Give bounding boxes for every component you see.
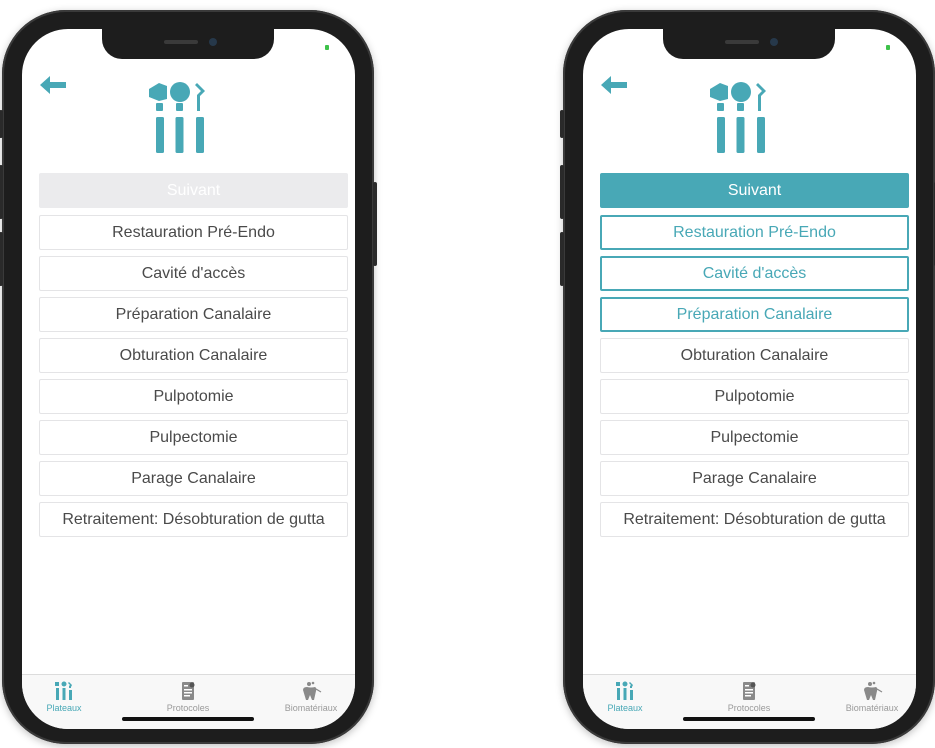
arrow-left-icon[interactable]: [38, 73, 68, 97]
volume-down-button: [560, 232, 564, 286]
arrow-left-icon[interactable]: [599, 73, 629, 97]
next-button[interactable]: Suivant: [39, 173, 348, 208]
tab-label-protocoles: Protocoles: [166, 703, 210, 713]
tooth-material-icon: [864, 681, 883, 700]
tab-label-biomateriaux: Biomatériaux: [284, 703, 338, 713]
tab-plateaux[interactable]: Plateaux: [22, 681, 109, 713]
home-indicator: [683, 717, 815, 721]
procedure-item-retraitement[interactable]: Retraitement: Désobturation de gutta: [600, 502, 909, 537]
tab-label-plateaux: Plateaux: [46, 703, 82, 713]
tab-label-biomateriaux: Biomatériaux: [845, 703, 899, 713]
procedure-item-obturation-canalaire[interactable]: Obturation Canalaire: [600, 338, 909, 373]
tab-biomateriaux[interactable]: Biomatériaux: [827, 681, 916, 713]
volume-up-button: [560, 165, 564, 219]
procedure-item-parage-canalaire[interactable]: Parage Canalaire: [600, 461, 909, 496]
mute-switch: [560, 110, 564, 138]
procedure-item-pulpotomie[interactable]: Pulpotomie: [600, 379, 909, 414]
dental-tools-icon: [55, 681, 72, 700]
procedure-list: Suivant Restauration Pré-Endo Cavité d'a…: [39, 173, 349, 543]
procedure-item-pulpectomie[interactable]: Pulpectomie: [39, 420, 348, 455]
phone-frame-left: Suivant Restauration Pré-Endo Cavité d'a…: [0, 10, 377, 744]
procedure-item-pulpotomie[interactable]: Pulpotomie: [39, 379, 348, 414]
procedure-list: Suivant Restauration Pré-Endo Cavité d'a…: [600, 173, 910, 543]
protocol-document-icon: [743, 682, 756, 700]
app-screen-left: Suivant Restauration Pré-Endo Cavité d'a…: [22, 29, 355, 729]
tab-plateaux[interactable]: Plateaux: [583, 681, 670, 713]
procedure-item-restauration-pre-endo[interactable]: Restauration Pré-Endo: [39, 215, 348, 250]
power-button: [373, 182, 377, 266]
tab-label-plateaux: Plateaux: [607, 703, 643, 713]
procedure-item-pulpectomie[interactable]: Pulpectomie: [600, 420, 909, 455]
volume-up-button: [0, 165, 3, 219]
dental-tools-icon: [149, 82, 205, 153]
tab-bar: Plateaux Protocoles Biomatériaux: [583, 674, 916, 729]
tab-biomateriaux[interactable]: Biomatériaux: [266, 681, 355, 713]
tab-protocoles[interactable]: Protocoles: [143, 681, 233, 713]
home-indicator: [122, 717, 254, 721]
mute-switch: [0, 110, 3, 138]
next-button[interactable]: Suivant: [600, 173, 909, 208]
procedure-item-obturation-canalaire[interactable]: Obturation Canalaire: [39, 338, 348, 373]
procedure-item-restauration-pre-endo[interactable]: Restauration Pré-Endo: [600, 215, 909, 250]
app-screen-right: Suivant Restauration Pré-Endo Cavité d'a…: [583, 29, 916, 729]
battery-indicator: [325, 45, 329, 50]
notch: [663, 29, 835, 59]
tab-protocoles[interactable]: Protocoles: [704, 681, 794, 713]
tab-label-protocoles: Protocoles: [727, 703, 771, 713]
volume-down-button: [0, 232, 3, 286]
procedure-item-cavite-acces[interactable]: Cavité d'accès: [600, 256, 909, 291]
procedure-item-cavite-acces[interactable]: Cavité d'accès: [39, 256, 348, 291]
procedure-item-parage-canalaire[interactable]: Parage Canalaire: [39, 461, 348, 496]
tab-bar: Plateaux Protocoles Biomatériaux: [22, 674, 355, 729]
procedure-item-preparation-canalaire[interactable]: Préparation Canalaire: [600, 297, 909, 332]
battery-indicator: [886, 45, 890, 50]
phone-frame-right: Suivant Restauration Pré-Endo Cavité d'a…: [560, 10, 935, 744]
procedure-item-retraitement[interactable]: Retraitement: Désobturation de gutta: [39, 502, 348, 537]
procedure-item-preparation-canalaire[interactable]: Préparation Canalaire: [39, 297, 348, 332]
notch: [102, 29, 274, 59]
protocol-document-icon: [182, 682, 195, 700]
dental-tools-icon: [710, 82, 766, 153]
dental-tools-icon: [616, 681, 633, 700]
tooth-material-icon: [303, 681, 322, 700]
